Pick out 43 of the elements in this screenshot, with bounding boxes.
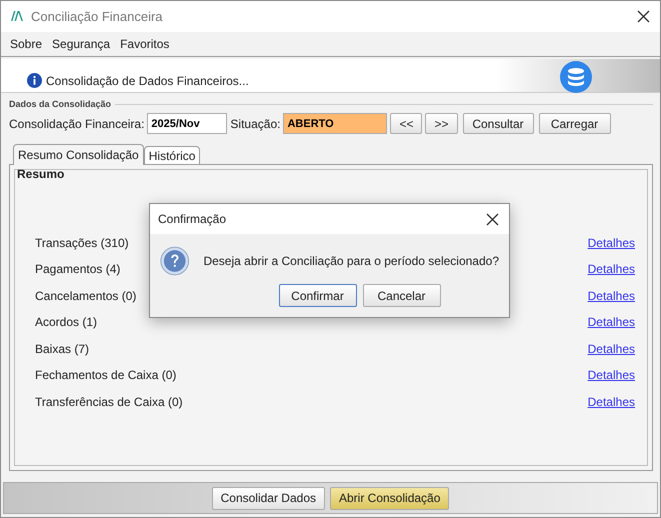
details-link[interactable]: Detalhes <box>588 368 635 382</box>
details-link[interactable]: Detalhes <box>588 342 635 356</box>
previous-button[interactable]: << <box>390 113 422 134</box>
period-label: Consolidação Financeira: <box>9 116 144 131</box>
group-title: Dados da Consolidação <box>9 99 112 110</box>
summary-label: Pagamentos (4) <box>35 262 120 276</box>
details-link[interactable]: Detalhes <box>588 236 635 250</box>
database-icon <box>560 61 592 94</box>
details-link[interactable]: Detalhes <box>588 262 635 276</box>
banner-text: Consolidação de Dados Financeiros... <box>46 74 249 88</box>
cancel-button[interactable]: Cancelar <box>362 284 440 307</box>
menu-item[interactable]: Segurança <box>47 36 116 51</box>
consult-button[interactable]: Consultar <box>462 113 534 134</box>
menu-item[interactable]: Favoritos <box>115 36 174 51</box>
summary-title: Resumo <box>17 167 66 182</box>
tab[interactable]: Resumo Consolidação <box>13 144 144 166</box>
close-icon[interactable] <box>637 10 650 23</box>
confirm-button[interactable]: Confirmar <box>278 284 356 307</box>
window-title: Conciliação Financeira <box>31 8 164 24</box>
summary-label: Baixas (7) <box>35 342 90 356</box>
open-consolidation-button[interactable]: Abrir Consolidação <box>330 486 450 510</box>
period-field[interactable]: 2025/Nov <box>147 113 228 134</box>
details-link[interactable]: Detalhes <box>588 394 635 409</box>
dialog-close-icon[interactable] <box>486 212 499 226</box>
details-link[interactable]: Detalhes <box>588 288 635 303</box>
summary-label: Cancelamentos (0) <box>35 288 136 303</box>
consolidate-button[interactable]: Consolidar Dados <box>212 486 325 510</box>
tab[interactable]: Histórico <box>144 146 200 166</box>
summary-label: Transações (310) <box>35 236 129 250</box>
info-icon <box>27 73 42 88</box>
summary-label: Transferências de Caixa (0) <box>35 394 183 409</box>
dialog-title: Confirmação <box>158 212 226 226</box>
summary-label: Acordos (1) <box>35 315 98 330</box>
load-button[interactable]: Carregar <box>538 113 610 134</box>
menu-item[interactable]: Sobre <box>5 36 48 51</box>
status-field[interactable]: ABERTO <box>283 113 388 134</box>
dialog-message: Deseja abrir a Conciliação para o período selecionado? <box>203 254 499 268</box>
question-icon <box>160 244 190 278</box>
summary-label: Fechamentos de Caixa (0) <box>35 368 176 382</box>
app-logo-icon <box>11 11 23 22</box>
next-button[interactable]: >> <box>425 113 458 134</box>
status-label: Situação: <box>230 116 280 131</box>
details-link[interactable]: Detalhes <box>588 315 635 330</box>
